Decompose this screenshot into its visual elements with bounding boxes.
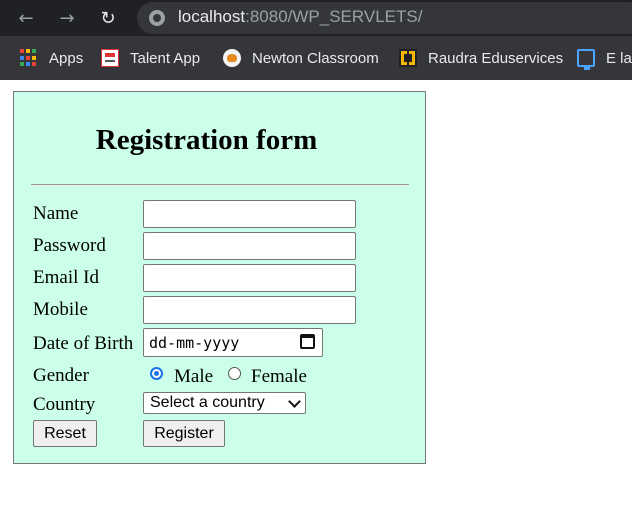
raudra-icon	[399, 49, 417, 67]
gender-label: Gender	[33, 365, 89, 386]
url-path: :8080/WP_SERVLETS/	[245, 7, 423, 26]
register-button[interactable]: Register	[143, 420, 225, 447]
form-title: Registration form	[95, 124, 318, 156]
email-label: Email Id	[33, 267, 99, 288]
password-label: Password	[33, 235, 106, 256]
bookmark-label: Raudra Eduservices	[428, 49, 564, 67]
bookmark-elab[interactable]: E lab	[577, 46, 632, 70]
mobile-input[interactable]	[143, 296, 356, 324]
gender-male-label: Male	[174, 366, 214, 387]
url-host: localhost	[178, 7, 246, 26]
email-input[interactable]	[143, 264, 356, 292]
forward-icon[interactable]: →	[55, 6, 79, 30]
bookmark-raudra-eduservices[interactable]: Raudra Eduservices	[399, 46, 563, 70]
url-text[interactable]: localhost:8080/WP_SERVLETS/	[178, 7, 422, 27]
gender-female-label: Female	[251, 366, 307, 387]
country-label: Country	[33, 394, 96, 415]
bookmark-newton-classroom[interactable]: Newton Classroom	[223, 46, 379, 70]
back-icon[interactable]: ←	[14, 6, 38, 30]
name-input[interactable]	[143, 200, 356, 228]
dob-input[interactable]: dd-mm-yyyy	[143, 328, 323, 357]
divider	[31, 184, 409, 186]
calendar-icon[interactable]	[300, 334, 315, 349]
site-info-icon[interactable]	[149, 10, 165, 26]
country-selected-value: Select a country	[150, 394, 265, 411]
dob-placeholder: dd-mm-yyyy	[149, 334, 240, 352]
chevron-down-icon	[288, 395, 301, 408]
talent-app-icon	[101, 49, 119, 67]
bookmark-talent-app[interactable]: Talent App	[101, 46, 200, 70]
name-label: Name	[33, 203, 79, 224]
gender-male-radio[interactable]	[150, 367, 163, 380]
reset-button[interactable]: Reset	[33, 420, 97, 447]
newton-icon	[223, 49, 241, 67]
reload-icon[interactable]: ↻	[96, 6, 120, 30]
bookmark-label: E lab	[606, 49, 632, 67]
password-input[interactable]	[143, 232, 356, 260]
bookmark-apps[interactable]: Apps	[20, 46, 83, 70]
elab-icon	[577, 49, 595, 70]
bookmark-label: Talent App	[130, 49, 201, 67]
mobile-label: Mobile	[33, 299, 88, 320]
bookmark-label: Newton Classroom	[252, 49, 379, 67]
bookmark-label: Apps	[49, 49, 84, 67]
country-select[interactable]: Select a country	[143, 392, 306, 414]
dob-label: Date of Birth	[33, 333, 134, 354]
gender-female-radio[interactable]	[228, 367, 241, 380]
apps-grid-icon	[20, 49, 38, 67]
